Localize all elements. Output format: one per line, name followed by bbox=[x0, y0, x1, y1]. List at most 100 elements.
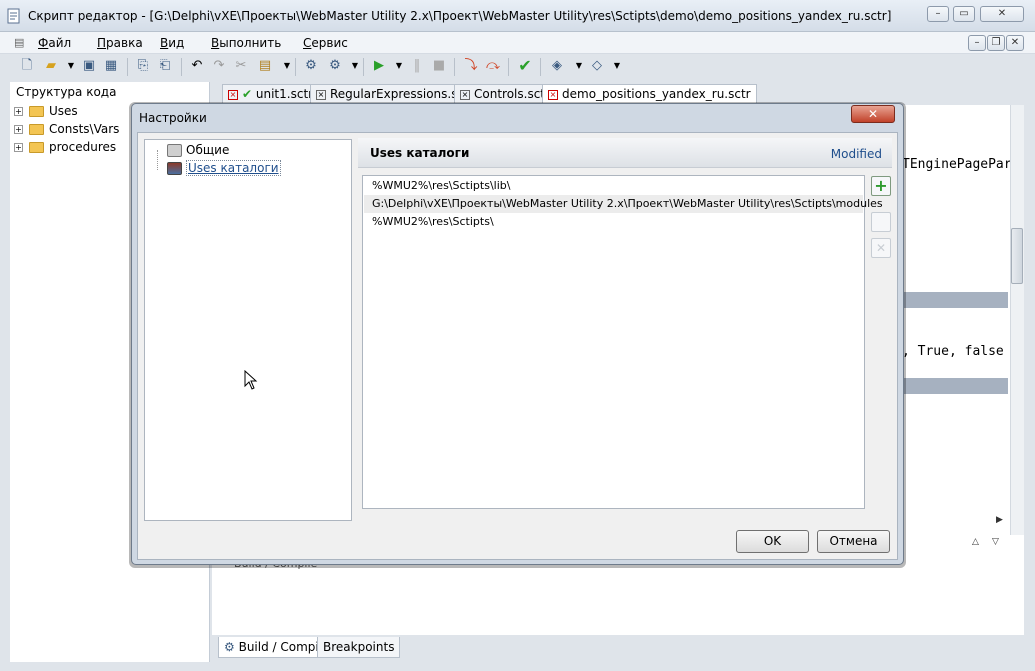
dialog-title: Настройки bbox=[139, 111, 207, 125]
open-dropdown-icon[interactable]: ▼ bbox=[62, 57, 80, 75]
toolbar-separator bbox=[363, 58, 364, 76]
tab-unit1[interactable]: × ✔ unit1.sctr bbox=[222, 84, 320, 104]
toolbar-separator bbox=[127, 58, 128, 76]
toolbar-separator bbox=[540, 58, 541, 76]
window-title: Скрипт редактор - [G:\Delphi\vXE\Проекты… bbox=[28, 9, 892, 23]
expand-icon[interactable]: + bbox=[14, 107, 23, 116]
toolbar: 🗋 ▰ ▼ ▣ ▦ ⎘ ⎗ ↶ ↷ ✂ ▤ ▼ ⚙ ⚙ ▼ ▶ ▼ ‖ ■ ⤵ … bbox=[10, 54, 630, 80]
run-dropdown-icon[interactable]: ▼ bbox=[390, 57, 408, 75]
cut-icon[interactable]: ✂ bbox=[232, 57, 250, 75]
settings-icon bbox=[167, 144, 182, 157]
folder-icon bbox=[29, 142, 44, 153]
tree-item-consts[interactable]: + Consts\Vars bbox=[14, 122, 119, 140]
code-line: TEnginePagePar bbox=[902, 157, 1012, 172]
settings-dialog: Настройки ✕ Общие Uses каталоги Uses кат… bbox=[131, 103, 904, 565]
menu-bar: ▤ Файл Правка Вид Выполнить Сервис – ❐ ✕ bbox=[0, 32, 1035, 54]
options-dropdown-icon[interactable]: ▼ bbox=[608, 57, 626, 75]
pause-icon[interactable]: ‖ bbox=[408, 57, 426, 75]
mdi-close-button[interactable]: ✕ bbox=[1006, 35, 1024, 51]
menu-view[interactable]: Вид bbox=[160, 36, 184, 50]
new-file-icon[interactable]: 🗋 bbox=[18, 57, 36, 75]
section-header: Uses каталоги Modified bbox=[358, 138, 892, 168]
close-button[interactable]: ✕ bbox=[980, 6, 1024, 22]
build-dropdown-icon[interactable]: ▼ bbox=[346, 57, 364, 75]
highlight-line bbox=[902, 378, 1008, 394]
dialog-body: Общие Uses каталоги Uses каталоги Modifi… bbox=[137, 132, 898, 560]
tab-close-icon[interactable]: × bbox=[228, 89, 238, 100]
cancel-button[interactable]: Отмена bbox=[817, 530, 890, 553]
list-item[interactable]: %WMU2%\res\Sctipts\ bbox=[364, 213, 863, 231]
save-all-icon[interactable]: ▦ bbox=[102, 57, 120, 75]
paste-icon[interactable]: ▤ bbox=[256, 57, 274, 75]
mdi-minimize-button[interactable]: – bbox=[968, 35, 986, 51]
tab-close-icon[interactable]: × bbox=[548, 89, 558, 100]
nav-item-general[interactable]: Общие bbox=[167, 141, 229, 159]
expand-icon[interactable]: + bbox=[14, 143, 23, 152]
code-line: , True, false bbox=[902, 344, 1004, 359]
tab-demo-positions[interactable]: × demo_positions_yandex_ru.sctr bbox=[542, 84, 757, 104]
tab-controls[interactable]: × Controls.sctr bbox=[454, 84, 556, 104]
build-icon: ⚙ bbox=[224, 640, 235, 654]
scrollbar-thumb[interactable] bbox=[1011, 228, 1023, 284]
menu-file[interactable]: Файл bbox=[38, 36, 71, 50]
paste-dropdown-icon[interactable]: ▼ bbox=[278, 57, 296, 75]
run-icon[interactable]: ▶ bbox=[370, 57, 388, 75]
tab-close-icon[interactable]: × bbox=[316, 89, 326, 100]
expand-icon[interactable]: + bbox=[14, 125, 23, 134]
save-icon[interactable]: ▣ bbox=[80, 57, 98, 75]
edit-path-button[interactable] bbox=[871, 212, 891, 232]
panel-title: Структура кода bbox=[16, 85, 117, 99]
remove-path-button[interactable]: ✕ bbox=[871, 238, 891, 258]
check-icon[interactable]: ✔ bbox=[516, 57, 534, 75]
editor-scrollbar[interactable] bbox=[1010, 105, 1024, 535]
scroll-right-icon[interactable]: ▶ bbox=[996, 515, 1003, 525]
find-icon[interactable]: ⎘ bbox=[134, 57, 152, 75]
redo-icon[interactable]: ↷ bbox=[210, 57, 228, 75]
undo-icon[interactable]: ↶ bbox=[188, 57, 206, 75]
folder-icon bbox=[29, 124, 44, 135]
ok-button[interactable]: OK bbox=[736, 530, 809, 553]
mouse-cursor-icon bbox=[244, 370, 258, 390]
section-title: Uses каталоги bbox=[370, 146, 470, 160]
tree-item-procedures[interactable]: + procedures bbox=[14, 140, 116, 158]
toolbar-separator bbox=[508, 58, 509, 76]
collapse-up-icon[interactable]: △ bbox=[972, 537, 979, 547]
add-path-button[interactable]: + bbox=[871, 176, 891, 196]
uses-paths-list[interactable]: %WMU2%\res\Sctipts\lib\ G:\Delphi\vXE\Пр… bbox=[362, 175, 883, 509]
dialog-close-button[interactable]: ✕ bbox=[851, 105, 895, 123]
books-icon bbox=[167, 162, 182, 175]
options-icon[interactable]: ◇ bbox=[588, 57, 606, 75]
menu-edit[interactable]: Правка bbox=[97, 36, 143, 50]
tree-item-uses[interactable]: + Uses bbox=[14, 104, 78, 122]
list-item[interactable]: %WMU2%\res\Sctipts\lib\ bbox=[364, 177, 863, 195]
app-icon bbox=[7, 8, 20, 24]
menu-service[interactable]: Сервис bbox=[303, 36, 348, 50]
tree-line bbox=[157, 150, 158, 170]
stop-icon[interactable]: ■ bbox=[430, 57, 448, 75]
check-icon: ✔ bbox=[242, 87, 253, 101]
toolbar-separator bbox=[181, 58, 182, 76]
replace-icon[interactable]: ⎗ bbox=[156, 57, 174, 75]
build-icon[interactable]: ⚙ bbox=[326, 57, 344, 75]
step-into-icon[interactable]: ⤵ bbox=[462, 57, 480, 75]
layers-icon[interactable]: ◈ bbox=[548, 57, 566, 75]
bottom-tabs: ⚙ Build / Compile Breakpoints bbox=[216, 637, 616, 659]
mdi-restore-button[interactable]: ❐ bbox=[987, 35, 1005, 51]
window-titlebar: Скрипт редактор - [G:\Delphi\vXE\Проекты… bbox=[0, 0, 1035, 32]
toolbar-separator bbox=[295, 58, 296, 76]
toolbar-separator bbox=[454, 58, 455, 76]
maximize-button[interactable]: ▭ bbox=[953, 6, 975, 22]
tab-breakpoints[interactable]: Breakpoints bbox=[317, 637, 401, 658]
nav-item-uses-catalogs[interactable]: Uses каталоги bbox=[167, 159, 281, 177]
menu-doc-icon: ▤ bbox=[14, 36, 25, 49]
menu-run[interactable]: Выполнить bbox=[211, 36, 281, 50]
step-over-icon[interactable]: ⤼ bbox=[484, 57, 502, 75]
tab-close-icon[interactable]: × bbox=[460, 89, 470, 100]
highlight-line bbox=[902, 292, 1008, 308]
open-folder-icon[interactable]: ▰ bbox=[42, 57, 60, 75]
compile-icon[interactable]: ⚙ bbox=[302, 57, 320, 75]
list-item[interactable]: G:\Delphi\vXE\Проекты\WebMaster Utility … bbox=[364, 195, 883, 213]
layers-dropdown-icon[interactable]: ▼ bbox=[570, 57, 588, 75]
collapse-down-icon[interactable]: ▽ bbox=[992, 537, 999, 547]
minimize-button[interactable]: – bbox=[927, 6, 949, 22]
